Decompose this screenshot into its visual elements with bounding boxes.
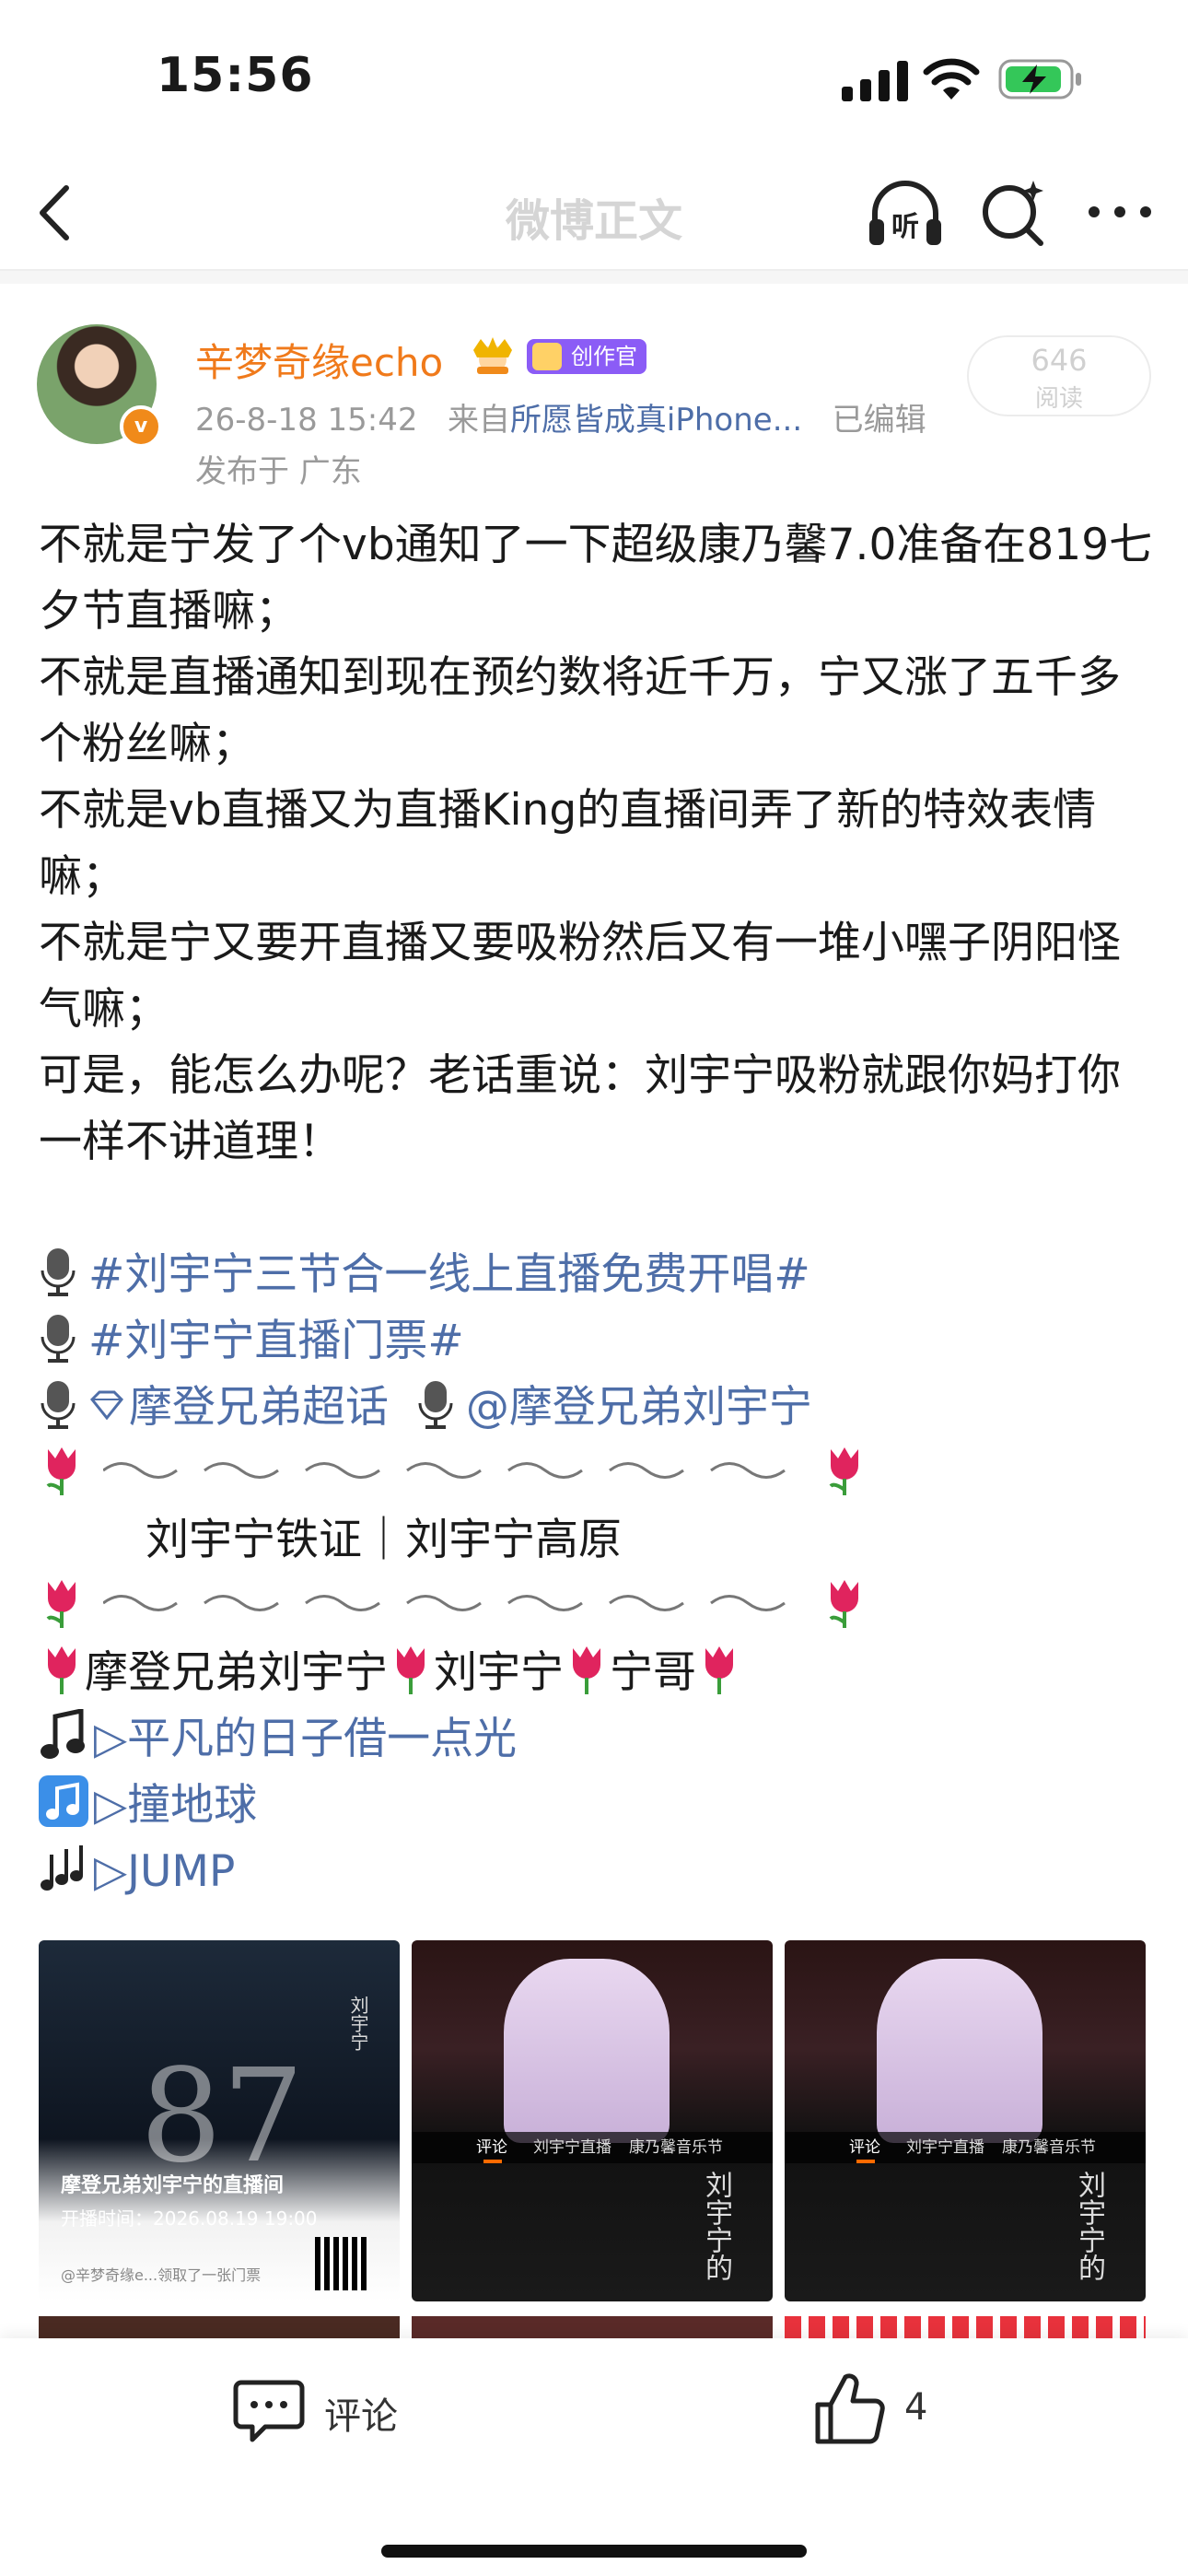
creator-badge-label: 创作官 [571,344,637,369]
navigation-bar: 微博正文 听 [0,157,1188,271]
song-line-3: ▷JUMP [39,1839,235,1905]
song-line-2: ▷撞地球 [39,1773,257,1839]
topic-link[interactable]: #刘宇宁直播门票# [88,1316,464,1366]
image-thumbnail-row2-3[interactable] [785,2316,1146,2338]
author-name[interactable]: 辛梦奇缘echo [195,332,443,388]
more-options-icon[interactable] [1083,177,1157,247]
topic-line-2: #刘宇宁直播门票# [39,1308,464,1375]
battery-charging-icon [998,59,1081,100]
post-paragraph-4: 不就是宁又要开直播又要吸粉然后又有一堆小嘿子阴阳怪气嘛； [39,918,1121,1035]
decorative-wave [103,1462,786,1479]
name-text: 刘宇宁 [434,1647,564,1698]
live-tab: 康乃馨音乐节 [629,2138,723,2157]
live-tab: 康乃馨音乐节 [1002,2138,1096,2157]
song-link[interactable]: ▷平凡的日子借一点光 [94,1714,517,1764]
live-tab: 刘宇宁直播 [533,2138,611,2157]
creator-badge-icon [532,343,562,370]
live-tab: 评论 [849,2138,880,2157]
ticket-time: 开播时间：2026.08.19 19:00 [61,2207,318,2230]
tulip-icon [829,1447,858,1495]
ai-search-icon[interactable] [978,177,1048,247]
motto-line: 刘宇宁铁证｜刘宇宁高原 [146,1515,622,1565]
music-note-icon [41,1709,85,1759]
live-tab-underline [483,2160,502,2163]
singer-figure [877,1959,1042,2143]
supertopic-link[interactable]: 摩登兄弟超话 [88,1382,389,1433]
qr-code [315,2237,368,2290]
comment-button-label[interactable]: 评论 [324,2386,398,2440]
decorative-wave [103,1595,786,1611]
live-vertical-text: 刘宇宁的 [700,2171,732,2281]
names-line: 摩登兄弟刘宇宁 刘宇宁 宁哥 [39,1640,742,1706]
read-label: 阅读 [1034,385,1083,413]
name-text: 摩登兄弟刘宇宁 [85,1647,388,1698]
bottom-action-bar: 评论 4 [0,2338,1188,2576]
post-meta: 26-8-18 15:42 来自所愿皆成真iPhone... 已编辑 [195,394,926,439]
verified-badge: v [120,405,162,448]
post-date: 26-8-18 15:42 [195,402,418,439]
post-paragraph-3: 不就是vb直播又为直播King的直播间弄了新的特效表情嘛； [39,785,1097,902]
decor-wave-line-1 [39,1441,868,1507]
supertopic-label: 摩登兄弟超话 [129,1382,389,1433]
singer-figure [504,1959,670,2143]
ticket-side-name: 刘宇宁 [347,1996,369,2051]
live-tab: 评论 [476,2138,507,2157]
wifi-icon [923,58,980,100]
image-thumbnail-live-2[interactable]: 评论 刘宇宁直播 康乃馨音乐节 刘宇宁的 [785,1940,1146,2301]
home-indicator [381,2545,807,2558]
read-count-pill: 646 阅读 [967,335,1151,416]
listen-label: 听 [891,211,919,243]
cellular-signal-icon [842,61,908,101]
like-count[interactable]: 4 [904,2386,927,2429]
topic-line-1: #刘宇宁三节合一线上直播免费开唱# [39,1242,810,1308]
music-notes-icon [41,1845,83,1891]
topic-link[interactable]: #刘宇宁三节合一线上直播免费开唱# [88,1249,810,1300]
song-link[interactable]: ▷JUMP [94,1846,235,1897]
crown-badge-icon [473,337,512,374]
live-vertical-text: 刘宇宁的 [1073,2171,1105,2281]
post-location: 发布于 广东 [195,453,362,490]
tulip-icon [48,1646,76,1694]
image-thumbnail-ticket[interactable]: 87 刘宇宁 摩登兄弟刘宇宁的直播间 开播时间：2026.08.19 19:00… [39,1940,400,2301]
live-tab-underline [856,2160,875,2163]
tulip-icon [829,1580,858,1628]
image-thumbnail-row2-1[interactable] [39,2316,400,2338]
section-divider [0,271,1188,284]
status-bar: 15:56 [0,0,1188,157]
tulip-icon [573,1646,600,1694]
tulip-icon [397,1646,425,1694]
ticket-title: 摩登兄弟刘宇宁的直播间 [61,2174,285,2197]
read-count: 646 [1031,343,1088,378]
microphone-icon [41,1315,76,1363]
supertopic-diamond-icon [89,1390,124,1421]
comment-icon[interactable] [232,2377,306,2445]
post-paragraph-2: 不就是直播通知到现在预约数将近千万，宁又涨了五千多个粉丝嘛； [39,652,1121,769]
tulip-icon [46,1580,76,1628]
status-time: 15:56 [157,48,314,103]
post-source-link[interactable]: 所愿皆成真iPhone... [510,402,802,439]
image-thumbnail-row2-2[interactable] [412,2316,773,2338]
supertopic-line: 摩登兄弟超话 @摩登兄弟刘宇宁 [39,1375,812,1441]
image-thumbnail-live-1[interactable]: 评论 刘宇宁直播 康乃馨音乐节 刘宇宁的 [412,1940,773,2301]
edited-label[interactable]: 已编辑 [833,402,926,439]
tulip-icon [705,1646,733,1694]
listen-headphones-icon[interactable]: 听 [866,175,945,251]
post-source-prefix: 来自 [447,402,510,439]
tulip-icon [46,1447,76,1495]
post-paragraph-1: 不就是宁发了个vb通知了一下超级康乃馨7.0准备在819七夕节直播嘛； [39,520,1153,637]
microphone-icon [41,1381,76,1429]
microphone-icon [418,1381,453,1429]
live-tab: 刘宇宁直播 [906,2138,984,2157]
music-note-blue-icon [39,1775,88,1827]
name-text: 宁哥 [610,1647,696,1698]
song-line-1: ▷平凡的日子借一点光 [39,1706,517,1773]
decor-wave-line-2 [39,1574,868,1640]
microphone-icon [41,1248,76,1296]
creator-badge[interactable]: 创作官 [527,339,646,374]
post-paragraph-5: 可是，能怎么办呢？老话重说：刘宇宁吸粉就跟你妈打你一样不讲道理！ [39,1050,1121,1167]
song-link[interactable]: ▷撞地球 [94,1780,257,1831]
like-thumbs-up-icon[interactable] [812,2371,886,2447]
ticket-footer: @辛梦奇缘e...领取了一张门票 [61,2266,262,2284]
mention-link[interactable]: @摩登兄弟刘宇宁 [466,1382,812,1433]
